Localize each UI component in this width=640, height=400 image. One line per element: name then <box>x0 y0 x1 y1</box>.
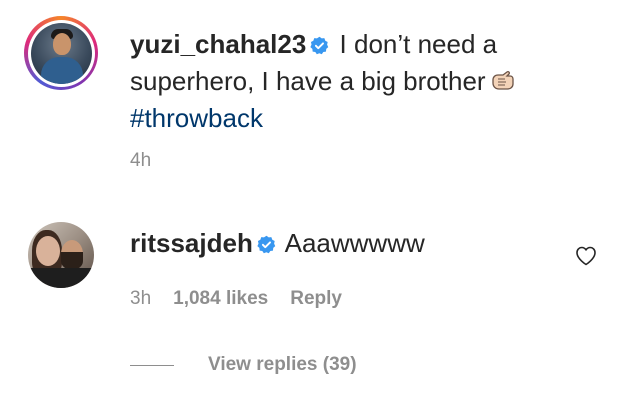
comment-timestamp[interactable]: 3h <box>130 288 151 310</box>
hashtag-link[interactable]: #throwback <box>130 100 530 137</box>
instagram-comment-thread: yuzi_chahal23 I don’t need a superhero, … <box>0 0 640 400</box>
comment-text: Aaawwwww <box>278 228 425 258</box>
verified-badge-icon <box>257 235 276 254</box>
replies-divider <box>130 364 174 366</box>
commenter-avatar[interactable] <box>28 222 94 288</box>
fist-bump-emoji-icon <box>491 71 514 90</box>
caption: yuzi_chahal23 I don’t need a superhero, … <box>130 26 530 137</box>
caption-timestamp[interactable]: 4h <box>130 150 151 172</box>
story-ring <box>27 19 95 87</box>
comment-meta: 3h 1,084 likes Reply <box>130 288 342 310</box>
view-replies-button[interactable]: View replies (39) <box>208 354 357 376</box>
comment: ritssajdeh Aaawwwww <box>130 226 425 260</box>
view-replies[interactable]: View replies (39) <box>130 354 357 376</box>
verified-badge-icon <box>310 36 329 55</box>
caption-username[interactable]: yuzi_chahal23 <box>130 29 306 59</box>
heart-outline-icon[interactable] <box>574 244 598 266</box>
avatar-image <box>30 22 92 84</box>
comment-likes[interactable]: 1,084 likes <box>173 288 268 310</box>
reply-button[interactable]: Reply <box>290 288 342 310</box>
comment-username[interactable]: ritssajdeh <box>130 228 253 258</box>
caption-author-avatar[interactable] <box>24 16 98 90</box>
